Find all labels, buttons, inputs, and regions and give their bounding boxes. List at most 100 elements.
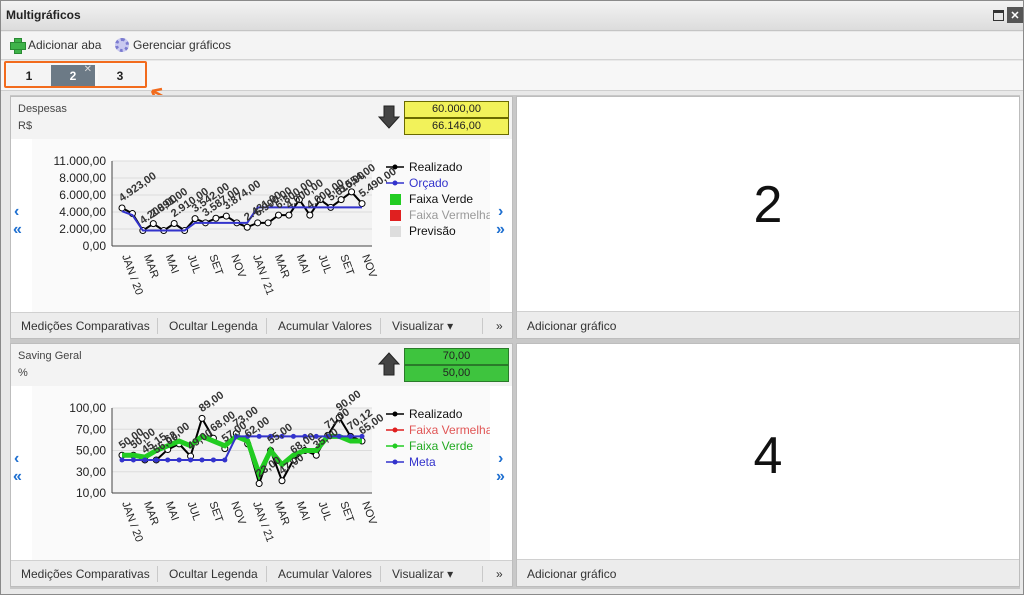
x-tick-label: JAN / 20	[119, 253, 145, 297]
legend-marker	[392, 459, 398, 465]
y-tick-label: 100,00	[69, 401, 106, 415]
legend-marker	[392, 180, 398, 186]
legend-label: Previsão	[409, 224, 456, 238]
more-button[interactable]: »	[496, 567, 503, 581]
divider	[380, 318, 381, 334]
comparative-measurements-button[interactable]: Medições Comparativas	[21, 567, 150, 581]
next-icon[interactable]: ›	[498, 203, 503, 221]
accumulate-values-button[interactable]: Acumular Valores	[278, 567, 372, 581]
data-point	[278, 477, 286, 485]
x-tick-label: NOV	[359, 253, 379, 280]
add-tab-label: Adicionar aba	[28, 38, 102, 52]
last-icon[interactable]: »	[496, 468, 505, 486]
accumulate-values-button[interactable]: Acumular Valores	[278, 319, 372, 333]
view-dropdown[interactable]: Visualizar ▾	[392, 567, 453, 581]
data-point	[153, 457, 159, 463]
chart-area: 100,00 70,00 50,00 30,00 10,00 JAN / 20 MAR MAI…	[32, 386, 493, 562]
x-tick-label: MAR	[272, 500, 292, 527]
trend-down-arrow-icon	[378, 105, 400, 129]
restore-icon[interactable]	[991, 8, 1005, 22]
panel-header: Saving Geral % 70,00 50,00	[11, 344, 512, 386]
data-point	[119, 457, 125, 463]
line-chart: 100,0070,0050,0030,0010,00JAN / 20MAR MAI…	[69, 388, 492, 544]
data-point	[222, 212, 230, 220]
divider	[482, 318, 483, 334]
plus-icon	[10, 38, 26, 54]
legend-swatch	[390, 226, 401, 237]
add-chart-button[interactable]: Adicionar gráfico	[527, 319, 616, 333]
x-tick-label: JUL	[316, 500, 334, 522]
data-point	[198, 414, 206, 422]
empty-panel-2: 2 Adicionar gráfico	[516, 96, 1020, 339]
x-tick-label: SET	[337, 500, 356, 524]
legend-swatch	[390, 210, 401, 221]
prev-icon[interactable]: ‹	[14, 203, 19, 221]
toolbar: Adicionar aba Gerenciar gráficos	[1, 32, 1023, 60]
x-tick-label: JUL	[316, 253, 334, 275]
data-point	[264, 219, 272, 227]
x-tick-label: MAI	[163, 253, 181, 275]
indicator-name: Saving Geral	[18, 350, 82, 362]
y-tick-label: 70,00	[76, 422, 106, 436]
indicator-name: Despesas	[18, 103, 67, 115]
y-tick-label: 8.000,00	[59, 171, 106, 185]
legend-label: Faixa Verde	[409, 192, 473, 206]
x-tick-label: SET	[206, 253, 225, 277]
line-chart: 11.000,00 8.000,00 6.000,00 4.000,00 2.000,0…	[54, 154, 493, 297]
y-tick-label: 6.000,00	[59, 188, 106, 202]
x-tick-label: JUL	[185, 500, 203, 522]
panel-header: Despesas R$ 60.000,00 66.146,00	[11, 97, 512, 139]
view-dropdown[interactable]: Visualizar ▾	[392, 319, 453, 333]
empty-panel-4: 4 Adicionar gráfico	[516, 343, 1020, 587]
manage-charts-button[interactable]: Gerenciar gráficos	[115, 38, 231, 52]
x-tick-label: JAN / 20	[119, 500, 145, 544]
trend-up-arrow-icon	[378, 352, 400, 376]
tab-highlight-annotation	[4, 61, 147, 88]
manage-charts-label: Gerenciar gráficos	[133, 38, 232, 52]
data-point	[348, 433, 354, 439]
add-chart-bar[interactable]: Adicionar gráfico	[517, 559, 1019, 586]
data-point	[254, 219, 262, 227]
data-point	[118, 204, 126, 212]
y-tick-label: 30,00	[76, 465, 106, 479]
first-icon[interactable]: «	[13, 221, 22, 239]
gear-icon	[115, 38, 129, 52]
last-icon[interactable]: »	[496, 221, 505, 239]
divider	[266, 566, 267, 582]
title-bar: Multigráficos ✕	[1, 1, 1023, 31]
y-tick-label: 0,00	[83, 239, 107, 253]
legend-marker	[392, 164, 398, 170]
panel-footer: Medições Comparativas Ocultar Legenda Ac…	[11, 560, 512, 586]
legend-label: Realizado	[409, 407, 463, 421]
y-tick-label: 4.000,00	[59, 205, 106, 219]
close-icon[interactable]: ✕	[1007, 7, 1023, 23]
first-icon[interactable]: «	[13, 468, 22, 486]
data-point	[199, 457, 205, 463]
legend-label: Realizado	[409, 160, 463, 174]
legend-marker	[392, 411, 398, 417]
hide-legend-button[interactable]: Ocultar Legenda	[169, 567, 258, 581]
legend-label: Orçado	[409, 176, 449, 190]
panel-number: 4	[753, 427, 783, 485]
x-tick-label: JAN / 21	[250, 500, 276, 544]
y-tick-label: 11.000,00	[54, 154, 107, 168]
legend-swatch	[390, 194, 401, 205]
more-button[interactable]: »	[496, 319, 503, 333]
x-tick-label: MAR	[272, 253, 292, 280]
prev-icon[interactable]: ‹	[14, 450, 19, 468]
data-point	[275, 211, 283, 219]
add-chart-bar[interactable]: Adicionar gráfico	[517, 311, 1019, 338]
comparative-measurements-button[interactable]: Medições Comparativas	[21, 319, 150, 333]
next-icon[interactable]: ›	[498, 450, 503, 468]
data-point	[222, 457, 228, 463]
data-point	[306, 211, 314, 219]
add-chart-button[interactable]: Adicionar gráfico	[527, 567, 616, 581]
hide-legend-button[interactable]: Ocultar Legenda	[169, 319, 258, 333]
add-tab-button[interactable]: Adicionar aba	[10, 38, 102, 54]
data-point	[130, 457, 136, 463]
y-tick-label: 10,00	[76, 486, 106, 500]
data-point	[212, 214, 220, 222]
target-value: 60.000,00	[404, 101, 509, 118]
actual-value: 50,00	[404, 365, 509, 382]
x-tick-label: MAI	[294, 253, 312, 275]
